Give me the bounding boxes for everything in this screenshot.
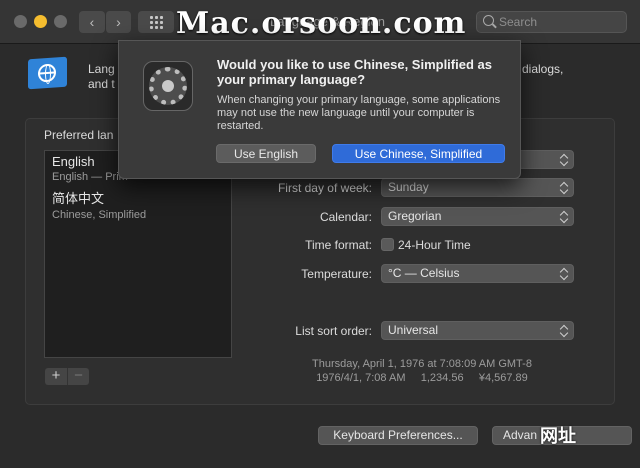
close-window-button[interactable]: [14, 15, 27, 28]
keyboard-preferences-button[interactable]: Keyboard Preferences...: [318, 426, 478, 445]
chevron-updown-icon: [560, 267, 570, 280]
first-day-label: First day of week:: [277, 181, 372, 195]
list-sort-popup[interactable]: Universal: [381, 321, 574, 340]
list-sort-label: List sort order:: [295, 324, 372, 338]
add-language-button[interactable]: +: [45, 368, 67, 385]
flag-icon: [28, 56, 67, 90]
intro-text: Lang and t: [88, 62, 115, 92]
chevron-left-icon: ‹: [89, 14, 95, 30]
chevron-updown-icon: [560, 153, 570, 166]
system-preferences-icon: [143, 61, 193, 111]
dialog-message: When changing your primary language, som…: [217, 94, 501, 132]
calendar-popup[interactable]: Gregorian: [381, 207, 574, 226]
chevron-updown-icon: [560, 181, 570, 194]
language-subtitle: English — Prim: [52, 171, 128, 183]
minimize-window-button[interactable]: [34, 15, 47, 28]
use-chinese-button[interactable]: Use Chinese, Simplified: [332, 144, 505, 163]
forward-button[interactable]: ›: [105, 11, 131, 33]
intro-line-1: Lang: [88, 62, 115, 76]
calendar-label: Calendar:: [319, 210, 372, 224]
sample-numbers: 1976/4/1, 7:08 AM 1,234.56 ¥4,567.89: [316, 372, 528, 384]
temperature-label: Temperature:: [301, 267, 372, 281]
language-subtitle: Chinese, Simplified: [52, 209, 147, 221]
chevron-right-icon: ›: [116, 14, 121, 30]
back-button[interactable]: ‹: [79, 11, 105, 33]
24-hour-time-label[interactable]: 24-Hour Time: [398, 238, 471, 252]
calendar-value: Gregorian: [388, 209, 442, 223]
language-name: 简体中文: [52, 191, 105, 206]
intro-line-2: and t: [88, 77, 115, 91]
first-day-value: Sunday: [388, 180, 429, 194]
watermark-bottom: 网址: [540, 426, 576, 447]
globe-icon: [38, 63, 56, 83]
preferred-languages-label: Preferred lan: [44, 128, 114, 142]
chevron-updown-icon: [560, 210, 570, 223]
chevron-updown-icon: [560, 324, 570, 337]
search-icon: [483, 15, 494, 26]
temperature-popup[interactable]: °C — Celsius: [381, 264, 574, 283]
search-placeholder: Search: [499, 15, 538, 29]
language-change-dialog: Would you like to use Chinese, Simplifie…: [118, 40, 521, 179]
gear-icon: [149, 67, 187, 105]
show-all-button[interactable]: [138, 11, 174, 33]
watermark: Mac.orsoon.com: [176, 6, 467, 41]
use-english-button[interactable]: Use English: [216, 144, 316, 163]
language-name: English: [52, 154, 95, 169]
list-item[interactable]: English English — Prim: [52, 154, 128, 183]
list-sort-value: Universal: [388, 323, 439, 337]
first-day-popup[interactable]: Sunday: [381, 178, 574, 197]
time-format-label: Time format:: [305, 238, 372, 252]
temperature-value: °C — Celsius: [388, 266, 460, 280]
sample-date: Thursday, April 1, 1976 at 7:08:09 AM GM…: [312, 358, 532, 370]
dialog-title: Would you like to use Chinese, Simplifie…: [217, 57, 492, 87]
24-hour-time-checkbox[interactable]: [381, 238, 394, 251]
list-item[interactable]: 简体中文 Chinese, Simplified: [52, 188, 146, 221]
zoom-window-button[interactable]: [54, 15, 67, 28]
preferences-window: ‹ › Language & Region Search Mac.orsoon.…: [0, 0, 640, 468]
remove-language-button[interactable]: −: [67, 368, 89, 385]
search-field[interactable]: Search: [476, 11, 627, 33]
intro-text-right: dialogs,: [522, 62, 564, 76]
